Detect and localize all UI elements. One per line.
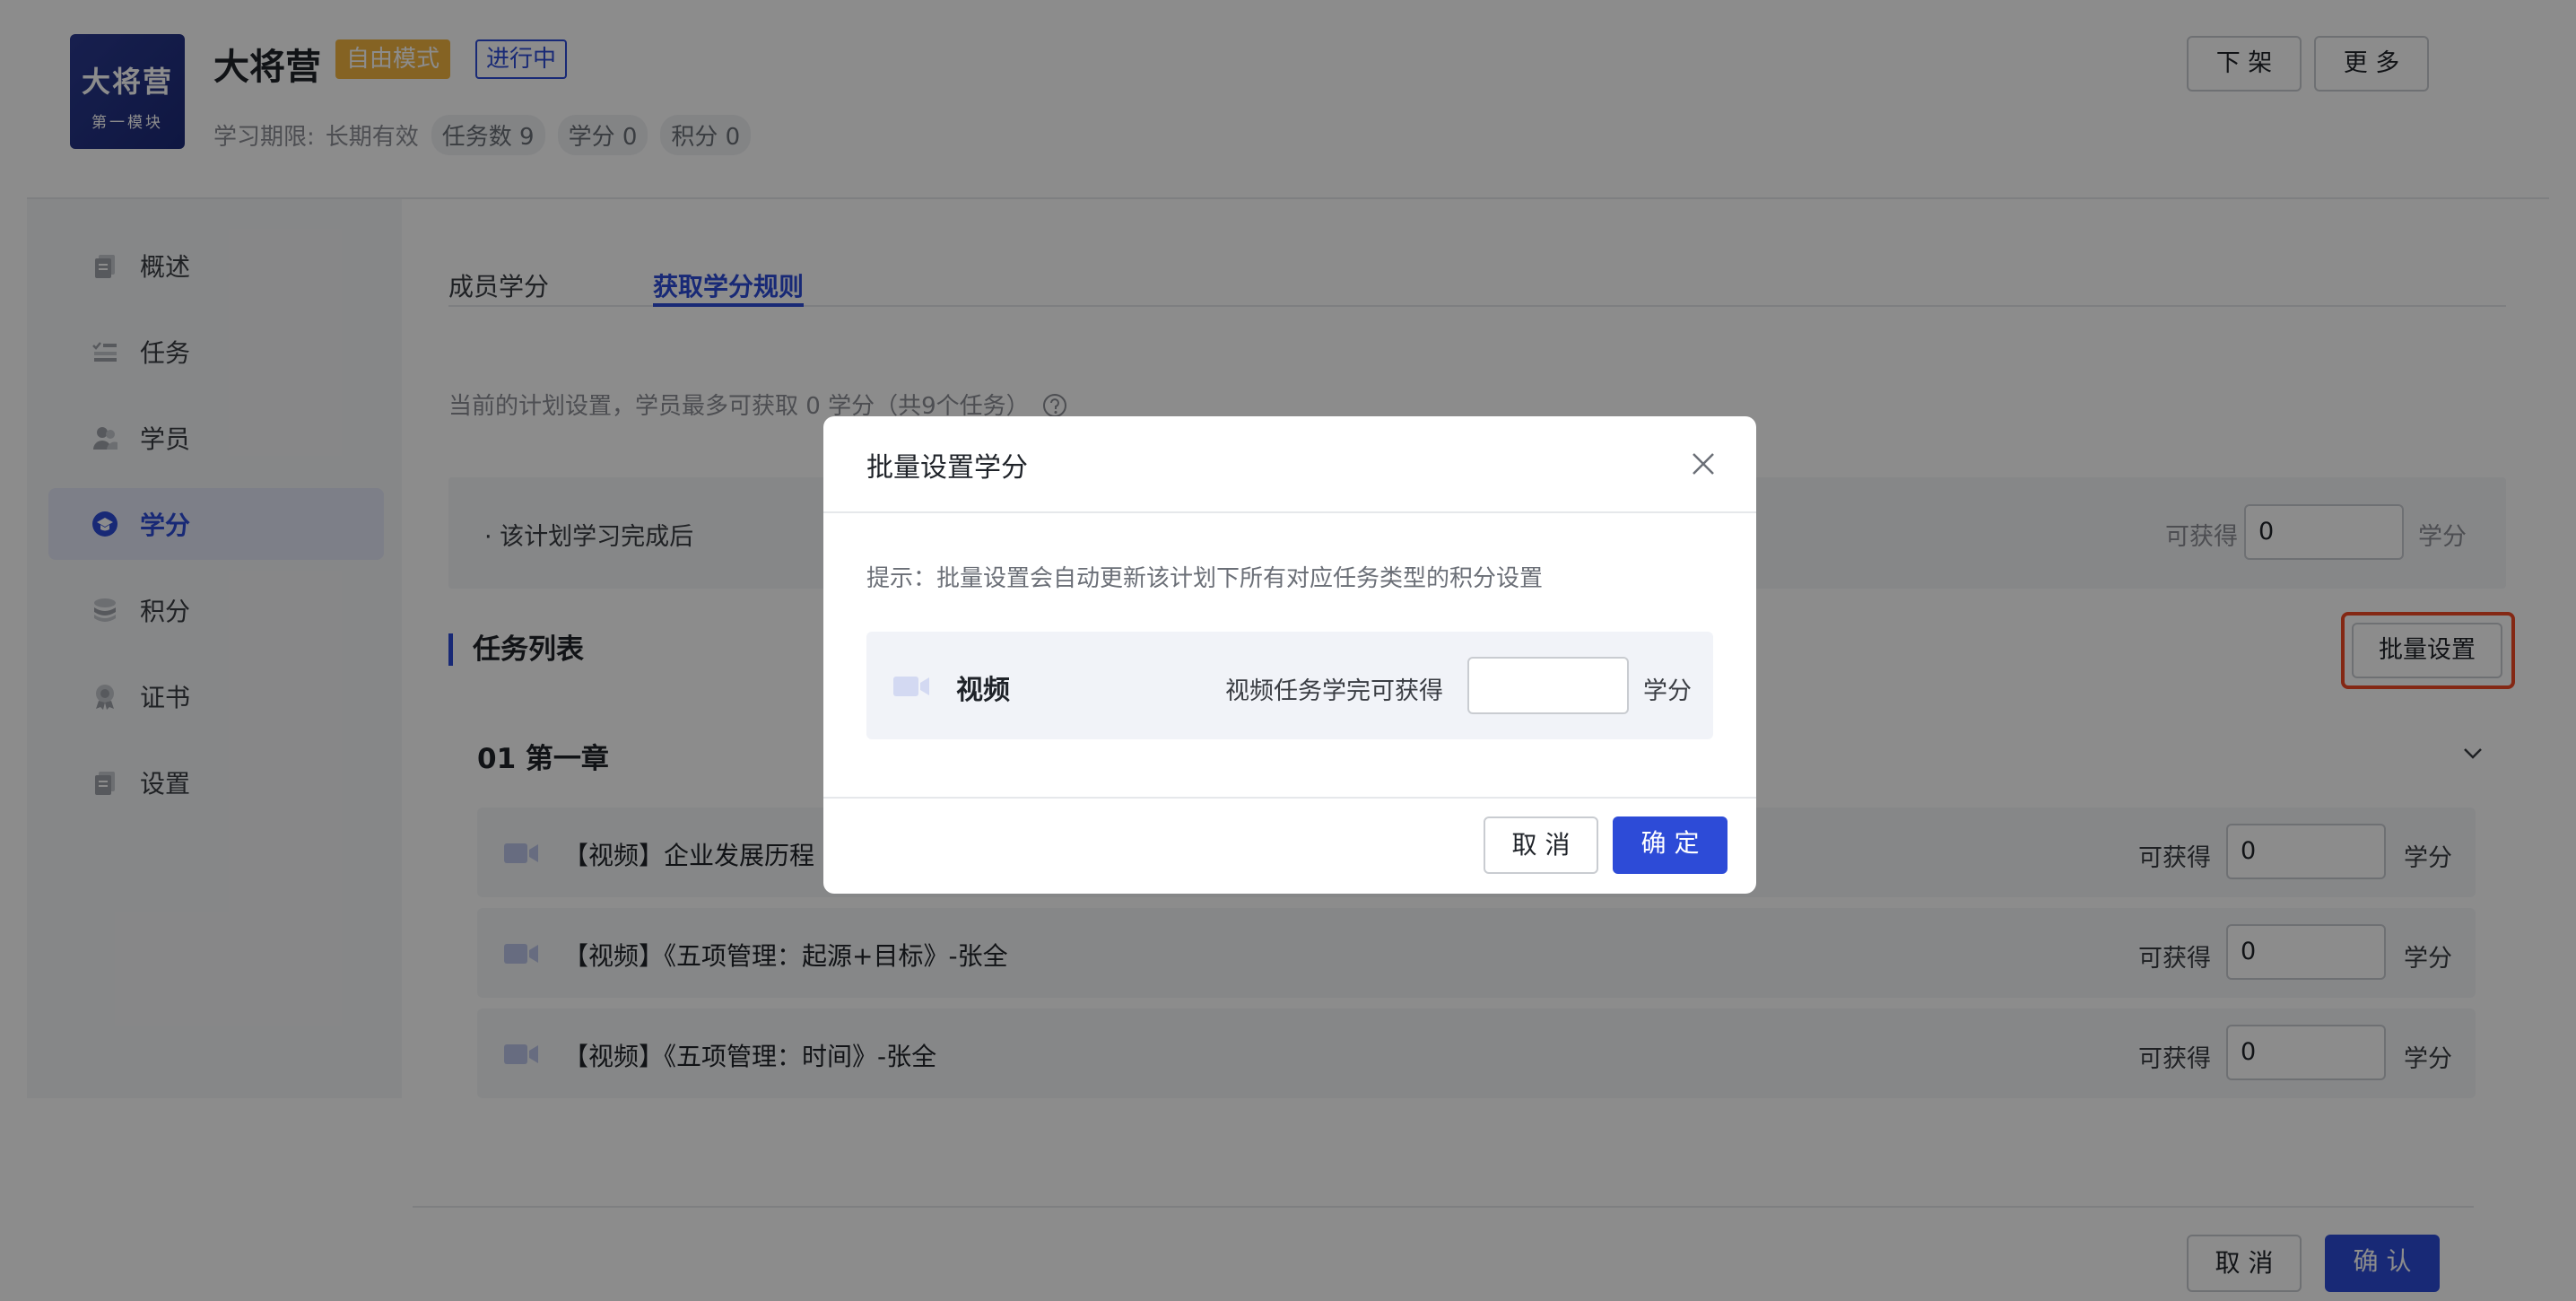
dialog-header: 批量设置学分 bbox=[823, 416, 1756, 513]
task-type-name: 视频 bbox=[956, 675, 1010, 706]
dialog-title: 批量设置学分 bbox=[866, 452, 1028, 484]
video-credit-row: 视频 视频任务学完可获得 学分 bbox=[866, 632, 1713, 739]
close-icon[interactable] bbox=[1690, 450, 1717, 477]
task-type-unit: 学分 bbox=[1643, 677, 1692, 705]
dialog-tip: 提示：批量设置会自动更新该计划下所有对应任务类型的积分设置 bbox=[866, 565, 1544, 592]
dialog-ok-button[interactable]: 确 定 bbox=[1613, 816, 1727, 874]
task-type-desc: 视频任务学完可获得 bbox=[1225, 677, 1443, 705]
batch-credit-dialog: 批量设置学分 提示：批量设置会自动更新该计划下所有对应任务类型的积分设置 视频 … bbox=[823, 416, 1756, 894]
video-icon bbox=[893, 677, 929, 696]
dialog-cancel-button[interactable]: 取 消 bbox=[1484, 816, 1598, 874]
video-credit-input[interactable] bbox=[1467, 657, 1629, 714]
dialog-footer: 取 消 确 定 bbox=[823, 797, 1756, 894]
